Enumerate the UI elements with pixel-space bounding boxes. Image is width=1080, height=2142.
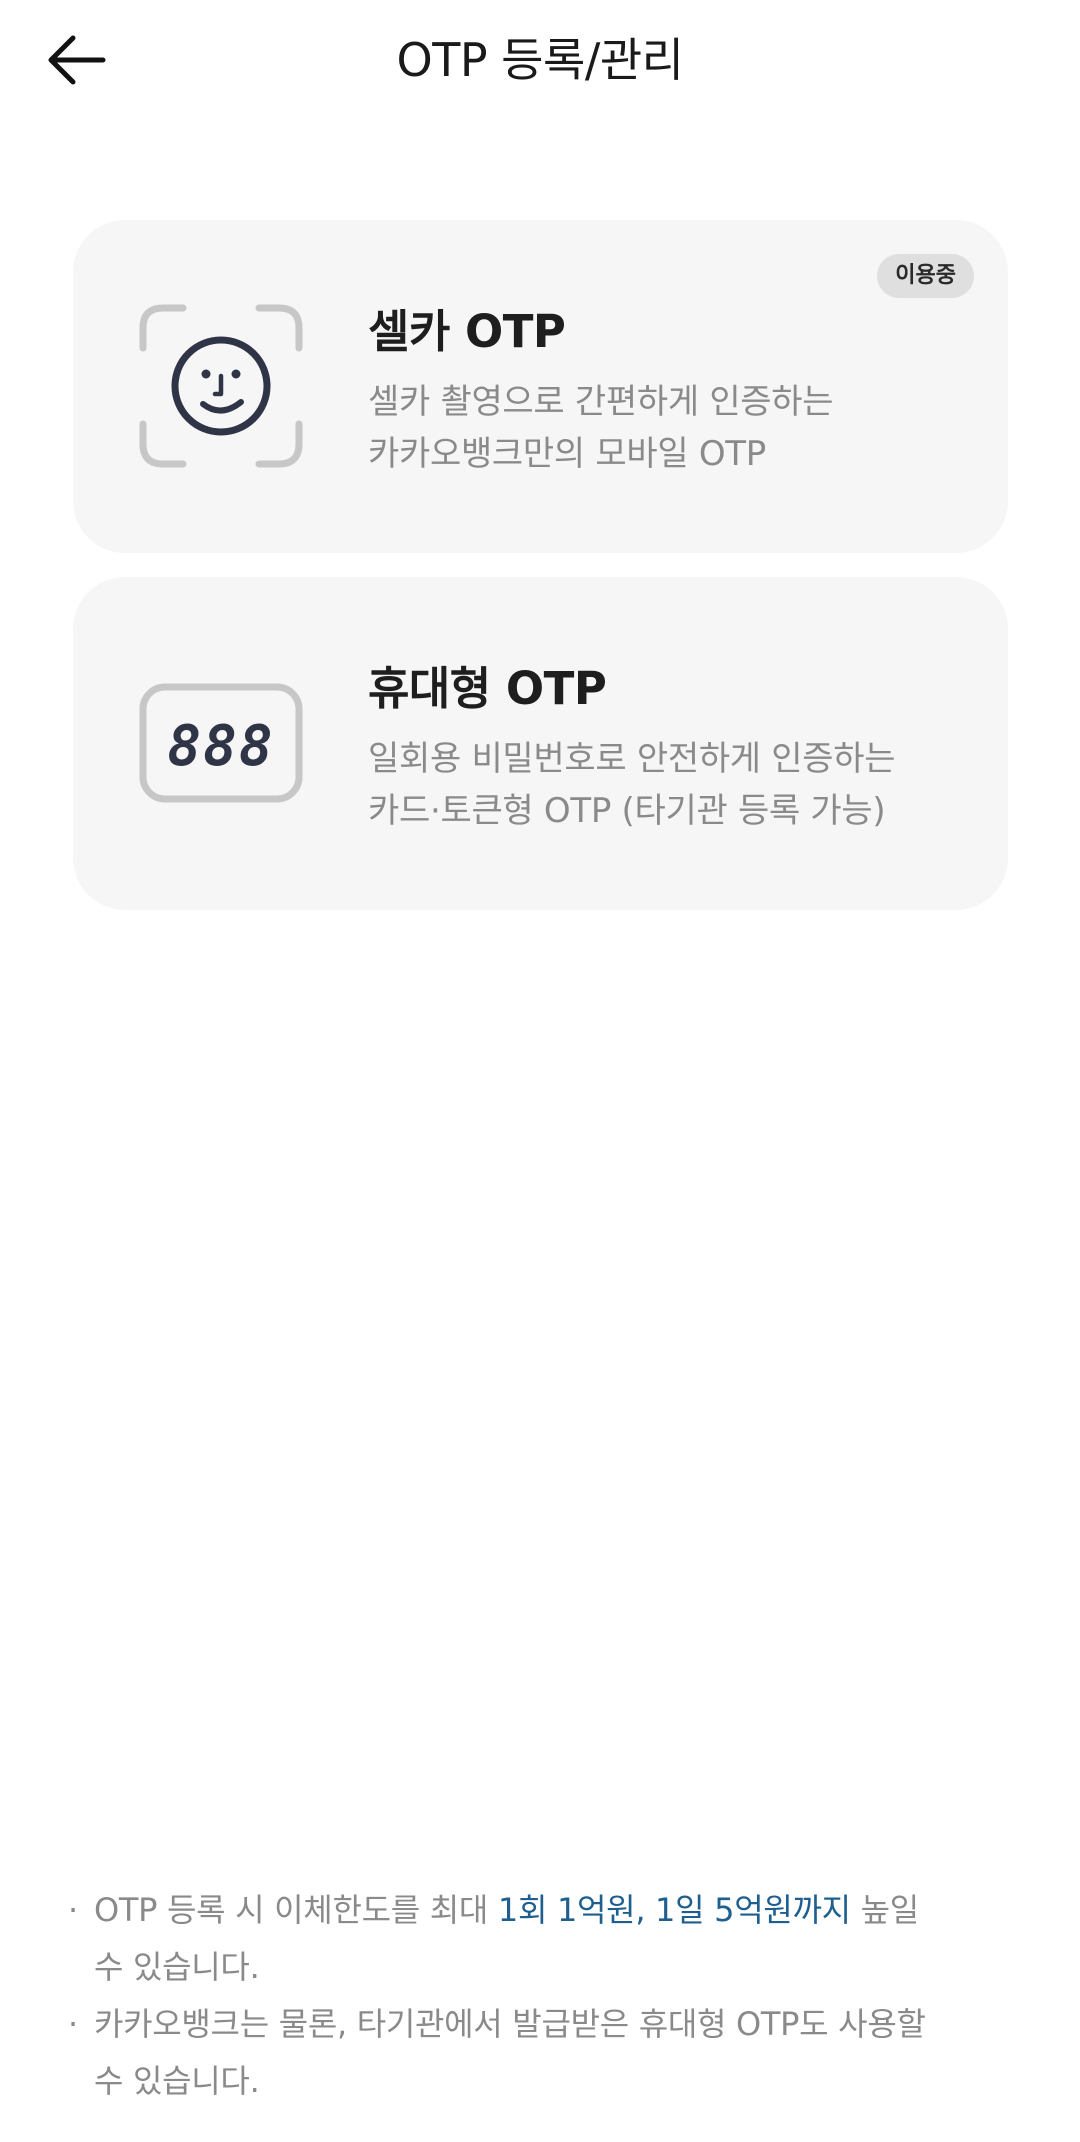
face-scan-icon: [139, 304, 303, 468]
note1-suffix: 높일: [850, 1891, 920, 1929]
note1-highlight: 1회 1억원, 1일 5억원까지: [497, 1891, 851, 1929]
note-transfer-limit: · OTP 등록 시 이체한도를 최대 1회 1억원, 1일 5억원까지 높일 …: [64, 1882, 1024, 1996]
note1-prefix: OTP 등록 시 이체한도를 최대: [94, 1891, 498, 1929]
info-notes: · OTP 등록 시 이체한도를 최대 1회 1억원, 1일 5억원까지 높일 …: [64, 1882, 1024, 2110]
selfie-otp-desc-line1: 셀카 촬영으로 간편하게 인증하는: [368, 382, 834, 422]
page-title: OTP 등록/관리: [396, 33, 684, 87]
otp-token-icon: 888: [139, 683, 303, 803]
note2-line1: 카카오뱅크는 물론, 타기관에서 발급받은 휴대형 OTP도 사용할: [94, 2005, 926, 2043]
portable-otp-description: 일회용 비밀번호로 안전하게 인증하는 카드·토큰형 OTP (타기관 등록 가…: [368, 733, 968, 837]
note1-line1: OTP 등록 시 이체한도를 최대 1회 1억원, 1일 5억원까지 높일: [94, 1882, 1024, 1939]
note1-line2: 수 있습니다.: [94, 1948, 260, 1986]
selfie-otp-description: 셀카 촬영으로 간편하게 인증하는 카카오뱅크만의 모바일 OTP: [368, 376, 968, 480]
selfie-otp-card[interactable]: 이용중 셀카 OTP 셀카 촬영으로 간편하게 인증하는 카카오뱅크만의 모바일…: [73, 220, 1008, 553]
bullet: ·: [68, 2005, 78, 2043]
note2-line2: 수 있습니다.: [94, 2062, 260, 2100]
otp-token-digits: 888: [167, 714, 274, 779]
portable-otp-title: 휴대형 OTP: [368, 662, 607, 715]
header: OTP 등록/관리: [0, 0, 1080, 120]
bullet: ·: [68, 1891, 78, 1929]
in-use-badge: 이용중: [877, 254, 974, 298]
portable-otp-desc-line1: 일회용 비밀번호로 안전하게 인증하는: [368, 739, 896, 779]
otp-management-screen: OTP 등록/관리 이용중 셀카 OTP 셀카 촬영으로 간편하게 인증하는 카…: [0, 0, 1080, 2142]
portable-otp-card[interactable]: 888 휴대형 OTP 일회용 비밀번호로 안전하게 인증하는 카드·토큰형 O…: [73, 577, 1008, 910]
portable-otp-desc-line2: 카드·토큰형 OTP (타기관 등록 가능): [368, 791, 886, 831]
selfie-otp-desc-line2: 카카오뱅크만의 모바일 OTP: [368, 434, 766, 474]
selfie-otp-title: 셀카 OTP: [368, 305, 566, 358]
note-portable-otp: · 카카오뱅크는 물론, 타기관에서 발급받은 휴대형 OTP도 사용할 수 있…: [64, 1996, 1024, 2110]
